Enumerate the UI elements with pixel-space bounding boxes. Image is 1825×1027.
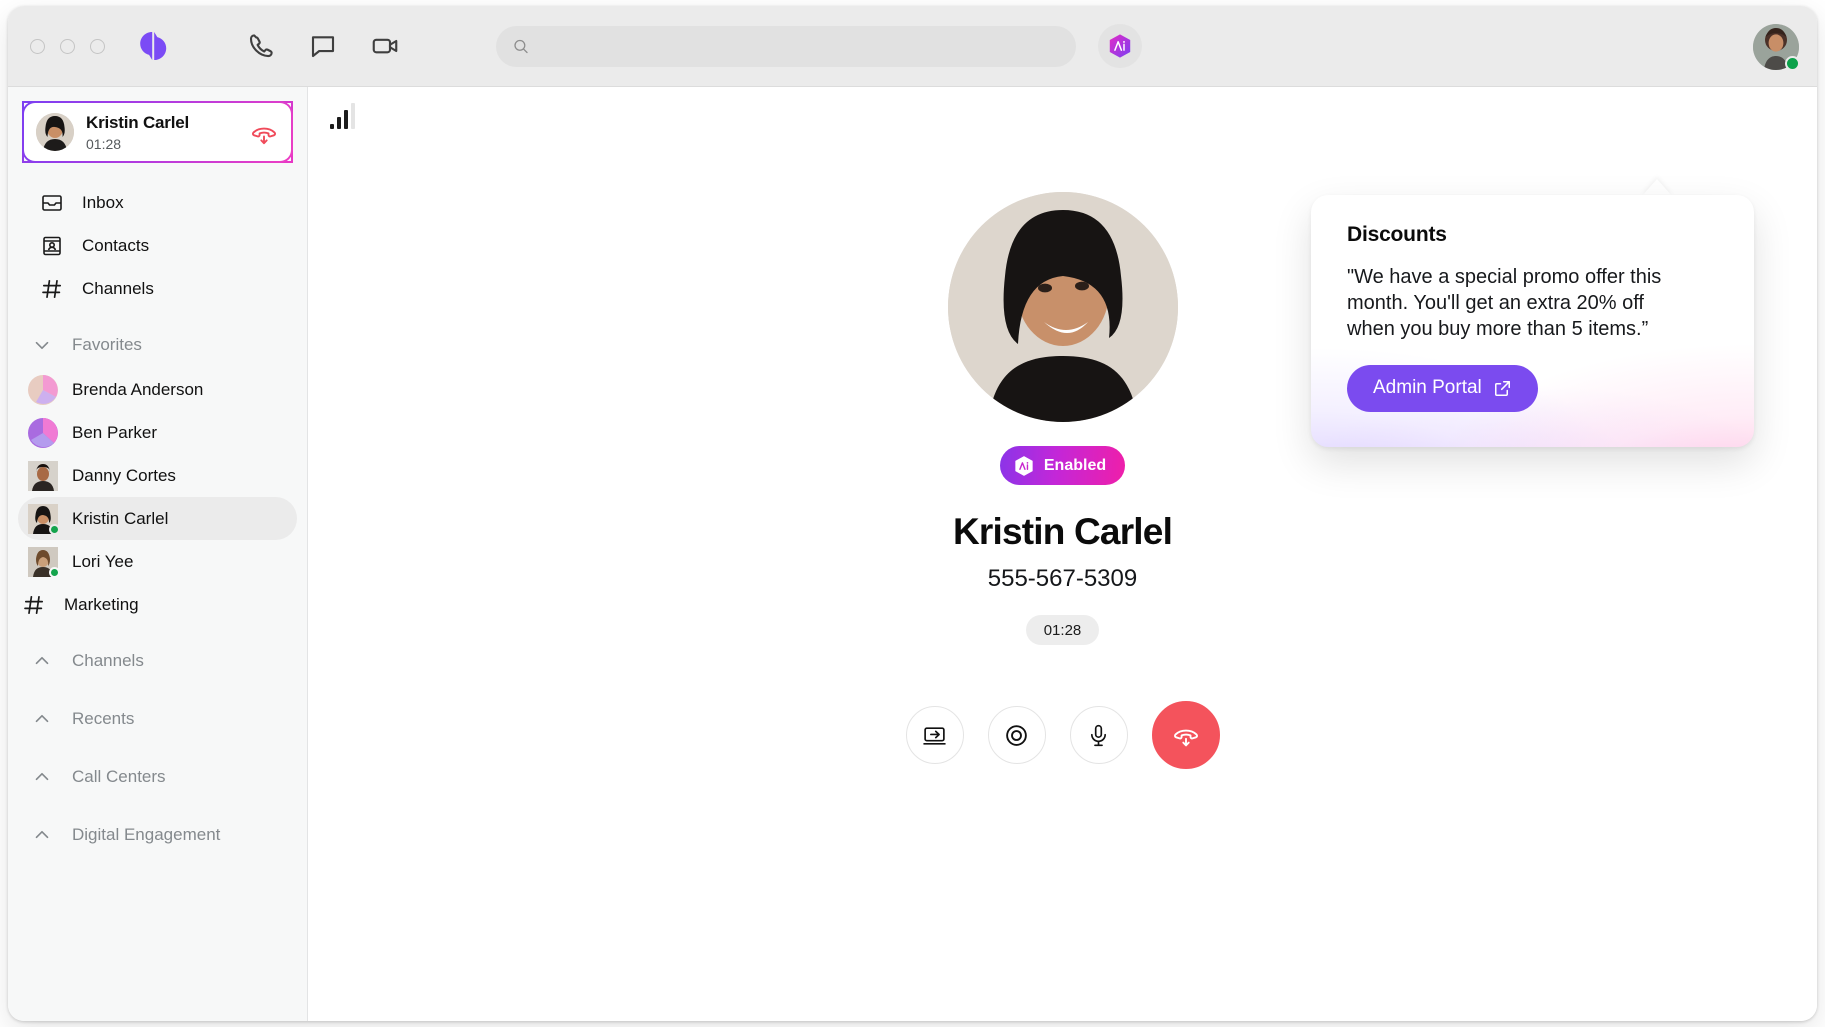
- chevron-up-icon: [30, 707, 54, 731]
- call-controls: [905, 701, 1220, 769]
- avatar: [36, 113, 74, 151]
- chevron-up-icon: [30, 649, 54, 673]
- main-call-panel: Enabled Kristin Carlel 555-567-5309 01:2…: [308, 87, 1817, 1021]
- admin-portal-button[interactable]: Admin Portal: [1347, 364, 1538, 412]
- chevron-up-icon: [30, 823, 54, 847]
- active-call-name: Kristin Carlel: [86, 112, 190, 132]
- sidebar-item-inbox[interactable]: Inbox: [18, 181, 297, 224]
- maximize-window-button[interactable]: [90, 38, 105, 54]
- search-box[interactable]: [496, 25, 1076, 67]
- avatar: [28, 503, 60, 535]
- avatar: [28, 460, 58, 491]
- call-timer: 01:28: [1025, 615, 1100, 645]
- search-container: [496, 25, 1076, 67]
- caller-avatar: [947, 192, 1178, 422]
- active-call-timer: 01:28: [86, 135, 122, 152]
- popup-pointer: [1642, 179, 1672, 196]
- message-icon[interactable]: [308, 31, 338, 61]
- sidebar-item-kristin-carlel[interactable]: Kristin Carlel: [18, 497, 297, 540]
- dialpad-logo-icon[interactable]: [136, 29, 170, 63]
- sidebar-item-label: Inbox: [82, 192, 124, 212]
- section-header-favorites[interactable]: Favorites: [8, 322, 307, 368]
- section-label: Call Centers: [72, 767, 166, 786]
- video-icon[interactable]: [370, 31, 400, 61]
- search-input[interactable]: [540, 37, 1060, 55]
- window-traffic-lights: [30, 38, 105, 54]
- caller-name: Kristin Carlel: [952, 511, 1173, 552]
- screen-share-button[interactable]: [905, 706, 964, 764]
- status-badge-online: [49, 566, 60, 578]
- list-item-label: Brenda Anderson: [72, 379, 204, 399]
- hash-icon: [22, 593, 46, 617]
- hash-icon: [40, 277, 64, 301]
- avatar: [28, 374, 58, 405]
- section-label: Channels: [72, 651, 144, 670]
- section-header-channels[interactable]: Channels: [8, 638, 307, 684]
- app-window: Kristin Carlel 01:28 Inbox Contacts Chan…: [8, 6, 1817, 1021]
- caller-number: 555-567-5309: [987, 565, 1138, 592]
- ai-hexagon-icon: [1015, 455, 1033, 476]
- section-label: Digital Engagement: [72, 825, 221, 844]
- minimize-window-button[interactable]: [60, 38, 75, 54]
- list-item-label: Lori Yee: [72, 551, 134, 571]
- list-item-label: Kristin Carlel: [72, 508, 169, 528]
- close-window-button[interactable]: [30, 38, 45, 54]
- active-call-info: Kristin Carlel 01:28: [86, 113, 249, 152]
- list-item[interactable]: Lori Yee: [18, 540, 297, 583]
- ai-insight-popup: Discounts "We have a special promo offer…: [1311, 195, 1754, 447]
- external-link-icon: [1494, 380, 1510, 396]
- popup-body-text: "We have a special promo offer this mont…: [1347, 266, 1662, 341]
- sidebar-item-contacts[interactable]: Contacts: [18, 224, 297, 267]
- phone-icon[interactable]: [246, 31, 276, 61]
- inbox-icon: [40, 191, 64, 215]
- status-badge-online: [1785, 56, 1800, 71]
- contacts-icon: [40, 234, 64, 258]
- chevron-up-icon: [30, 765, 54, 789]
- list-item[interactable]: Danny Cortes: [18, 454, 297, 497]
- ai-badge-label: Enabled: [1043, 456, 1107, 474]
- sidebar-item-label: Contacts: [82, 235, 150, 255]
- status-badge-online: [49, 523, 60, 535]
- title-bar: [8, 6, 1817, 87]
- avatar: [28, 417, 58, 448]
- active-call-card[interactable]: Kristin Carlel 01:28: [22, 101, 293, 163]
- end-call-button[interactable]: [1151, 701, 1220, 769]
- account-avatar[interactable]: [1753, 24, 1800, 71]
- ai-hexagon-icon: [1109, 34, 1131, 58]
- list-item-label: Marketing: [64, 594, 139, 614]
- list-item-label: Ben Parker: [72, 422, 158, 442]
- mute-mic-button[interactable]: [1069, 706, 1128, 764]
- section-header-digital-engagement[interactable]: Digital Engagement: [8, 812, 307, 858]
- admin-portal-label: Admin Portal: [1373, 377, 1482, 399]
- section-header-call-centers[interactable]: Call Centers: [8, 754, 307, 800]
- section-label: Favorites: [72, 335, 142, 354]
- avatar: [28, 546, 60, 578]
- record-button[interactable]: [987, 706, 1046, 764]
- list-item[interactable]: Brenda Anderson: [18, 368, 297, 411]
- ai-enabled-badge[interactable]: Enabled: [999, 446, 1126, 485]
- list-item[interactable]: Ben Parker: [18, 411, 297, 454]
- end-call-icon[interactable]: [249, 117, 279, 147]
- popup-title: Discounts: [1347, 223, 1447, 246]
- sidebar-item-channels[interactable]: Channels: [18, 267, 297, 310]
- sidebar: Kristin Carlel 01:28 Inbox Contacts Chan…: [8, 87, 308, 1021]
- sidebar-item-label: Channels: [82, 278, 154, 298]
- list-item-label: Danny Cortes: [72, 465, 176, 485]
- header-icon-group: [246, 31, 400, 61]
- section-header-recents[interactable]: Recents: [8, 696, 307, 742]
- section-label: Recents: [72, 709, 135, 728]
- sidebar-item-marketing[interactable]: Marketing: [18, 583, 297, 626]
- chevron-down-icon: [30, 333, 54, 357]
- search-icon: [514, 39, 528, 53]
- ai-assistant-button[interactable]: [1098, 24, 1142, 68]
